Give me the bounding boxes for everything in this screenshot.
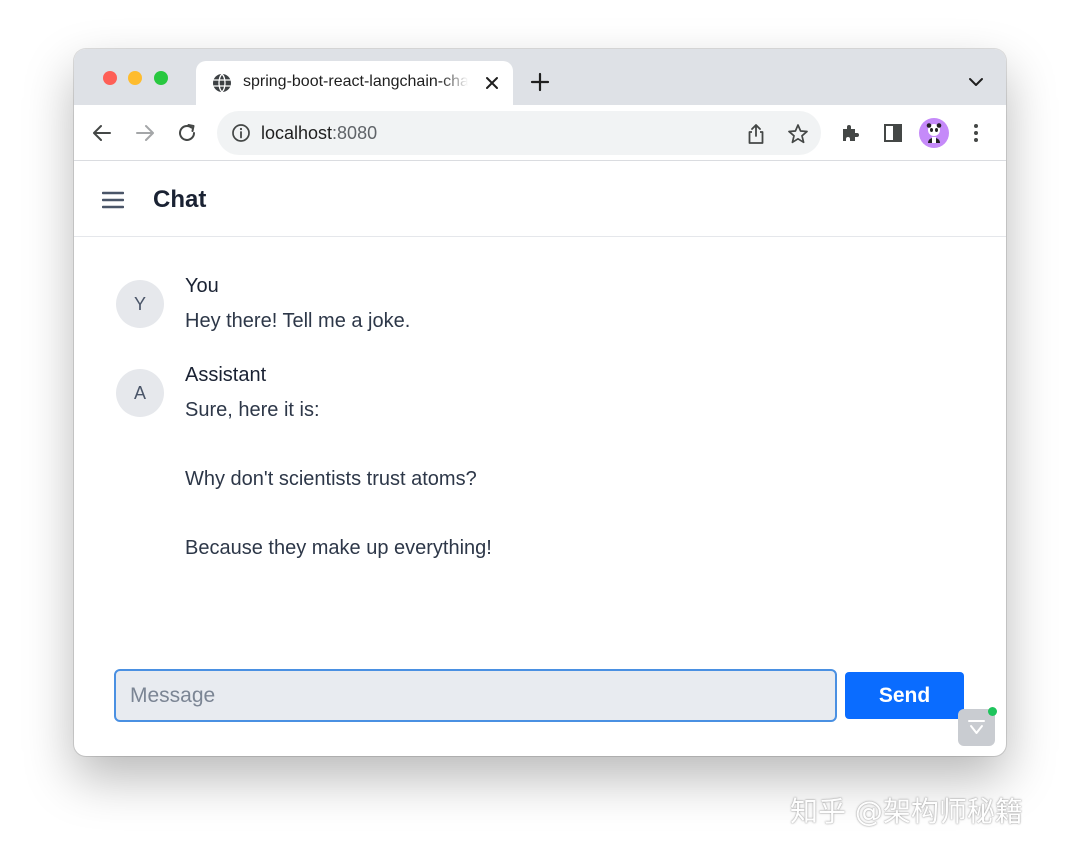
chevron-down-icon[interactable] bbox=[968, 76, 984, 88]
browser-window: spring-boot-react-langchain-chat localho… bbox=[74, 49, 1006, 756]
maximize-window-button[interactable] bbox=[154, 71, 168, 85]
url-host: localhost bbox=[261, 123, 333, 143]
message-text: Hey there! Tell me a joke. bbox=[185, 310, 411, 332]
message-text: Sure, here it is: bbox=[185, 399, 320, 421]
avatar: A bbox=[116, 369, 164, 417]
kebab-menu-icon[interactable] bbox=[965, 122, 987, 144]
app-header: Chat bbox=[74, 162, 1006, 237]
back-arrow-icon[interactable] bbox=[91, 122, 113, 144]
status-dot bbox=[988, 707, 997, 716]
close-window-button[interactable] bbox=[103, 71, 117, 85]
plus-icon[interactable] bbox=[530, 72, 550, 92]
forward-arrow-icon[interactable] bbox=[134, 122, 156, 144]
tab-strip: spring-boot-react-langchain-chat bbox=[74, 49, 1006, 105]
close-icon[interactable] bbox=[483, 74, 501, 92]
address-bar[interactable]: localhost:8080 bbox=[217, 111, 821, 155]
url-text[interactable]: localhost:8080 bbox=[261, 123, 377, 144]
panda-avatar-icon bbox=[926, 123, 942, 143]
page-title: Chat bbox=[153, 186, 207, 213]
share-icon[interactable] bbox=[746, 123, 766, 145]
info-icon[interactable] bbox=[231, 123, 251, 143]
puzzle-icon[interactable] bbox=[839, 122, 861, 144]
avatar: Y bbox=[116, 280, 164, 328]
message-input[interactable] bbox=[114, 669, 837, 722]
chevron-badge-icon bbox=[968, 720, 985, 734]
reload-icon[interactable] bbox=[176, 122, 198, 144]
message-sender: You bbox=[185, 275, 219, 297]
send-button[interactable]: Send bbox=[845, 672, 964, 719]
watermark: 知乎 @架构师秘籍 bbox=[790, 795, 1023, 828]
star-icon[interactable] bbox=[787, 123, 809, 145]
message-text: Because they make up everything! bbox=[185, 537, 492, 559]
browser-toolbar: localhost:8080 bbox=[74, 105, 1006, 161]
url-port: :8080 bbox=[332, 123, 378, 143]
browser-tab[interactable]: spring-boot-react-langchain-chat bbox=[196, 61, 513, 105]
side-panel-icon[interactable] bbox=[882, 122, 904, 144]
tab-title: spring-boot-react-langchain-chat bbox=[243, 73, 468, 90]
hamburger-icon[interactable] bbox=[102, 191, 124, 209]
globe-icon bbox=[213, 73, 231, 93]
profile-avatar[interactable] bbox=[919, 118, 949, 148]
message-text: Why don't scientists trust atoms? bbox=[185, 468, 477, 490]
message-sender: Assistant bbox=[185, 364, 267, 386]
extension-badge[interactable] bbox=[958, 707, 997, 746]
minimize-window-button[interactable] bbox=[128, 71, 142, 85]
